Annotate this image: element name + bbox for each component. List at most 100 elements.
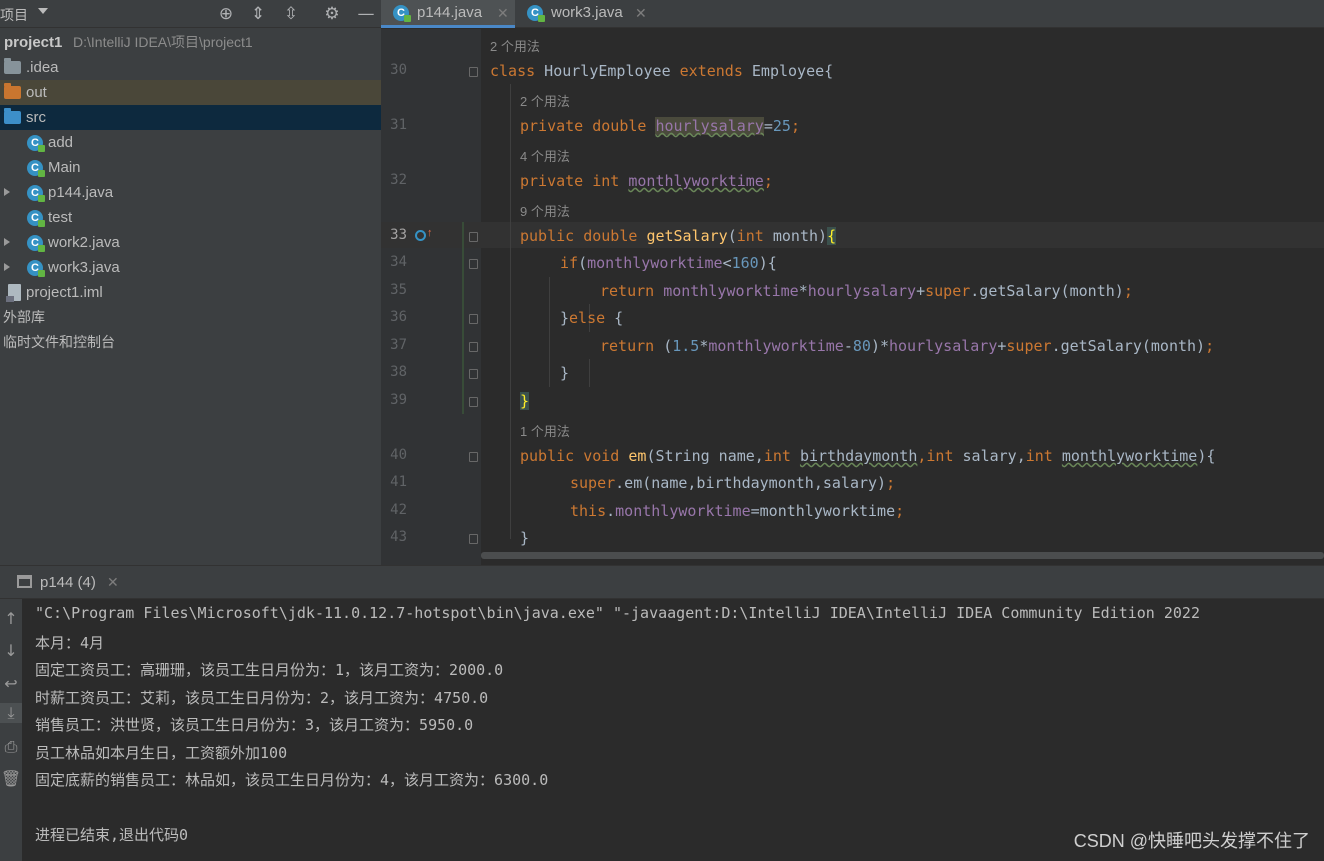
chevron-right-icon[interactable] [4,238,10,246]
fold-marker-icon[interactable] [469,369,478,379]
override-marker-icon[interactable] [415,230,426,241]
chevron-down-icon[interactable] [38,8,48,14]
tree-item-src[interactable]: src [0,105,381,130]
module-file-icon [6,284,21,302]
line-number: 41 [390,474,407,490]
run-console-icon [17,575,32,588]
tree-item-label: Main [48,159,81,176]
source-folder-icon [4,108,21,124]
tree-root-project1[interactable]: project1 D:\IntelliJ IDEA\项目\project1 [0,30,381,55]
tree-item-scratches[interactable]: 临时文件和控制台 [0,330,381,355]
chevron-right-icon[interactable] [4,188,10,196]
minimize-icon[interactable]: — [356,4,376,24]
fold-marker-icon[interactable] [469,342,478,352]
tab-label: work3.java [551,4,623,21]
indent-guide [589,359,590,387]
tree-item-add[interactable]: C add [0,130,381,155]
tree-item-test[interactable]: C test [0,205,381,230]
arrow-down-icon[interactable]: ↓ [0,641,22,660]
close-icon[interactable]: ✕ [497,0,509,26]
collapse-all-icon[interactable]: ⇳ [281,4,301,24]
tree-item-out[interactable]: out [0,80,381,105]
scroll-to-end-icon[interactable]: ⤓ [0,703,22,723]
tree-item-label: 外部库 [3,309,45,325]
fold-marker-icon[interactable] [469,534,478,544]
tab-label: p144.java [417,4,483,21]
gear-icon[interactable]: ⚙ [322,4,342,24]
fold-marker-icon[interactable] [469,259,478,269]
line-number: 37 [390,337,407,353]
crosshair-icon[interactable]: ⊕ [216,4,236,24]
arrow-up-icon[interactable]: ↑ [0,609,22,628]
line-number: 43 [390,529,407,545]
console-line: 员工林品如本月生日，工资额外加100 [35,744,288,762]
folder-icon [4,58,21,74]
java-class-icon: C [27,185,45,202]
usage-hint[interactable]: 9 个用法 [520,201,570,220]
watermark: CSDN @快睡吧头发撑不住了 [1073,831,1310,851]
tab-p144[interactable]: C p144.java ✕ [381,0,515,28]
soft-wrap-icon[interactable]: ↩ [0,674,22,693]
fold-marker-icon[interactable] [469,452,478,462]
horizontal-scrollbar[interactable] [481,552,1324,559]
run-tab-label[interactable]: p144 (4) [40,574,96,591]
code-line-38: } [560,364,570,382]
print-icon[interactable]: ⎙ [0,737,22,757]
code-line-39: } [520,392,530,410]
java-class-icon: C [393,5,411,22]
console-line: 销售员工：洪世贤，该员工生日月份为：3，该月工资为：5950.0 [35,716,474,734]
code-line-34: if(monthlyworktime<160){ [560,254,777,272]
chevron-right-icon[interactable] [4,263,10,271]
close-icon[interactable]: ✕ [635,0,647,26]
java-class-icon: C [27,160,45,177]
usage-hint[interactable]: 1 个用法 [520,421,570,440]
tree-item-label: 临时文件和控制台 [3,334,115,350]
project-view-title[interactable]: 项目 [0,5,28,25]
fold-marker-icon[interactable] [469,67,478,77]
code-line-33: public double getSalary(int month){ [520,227,837,245]
line-number: 32 [390,172,407,188]
tree-item-iml[interactable]: project1.iml [0,280,381,305]
expand-all-icon[interactable]: ⇕ [248,4,268,24]
fold-marker-icon[interactable] [469,232,478,242]
tree-item-p144[interactable]: C p144.java [0,180,381,205]
java-class-icon: C [27,260,45,277]
code-editor[interactable]: 30 31 32 33 34 35 36 37 38 39 40 41 42 4… [381,29,1324,565]
code-line-30: class HourlyEmployee extends Employee{ [490,62,834,80]
tree-item-main[interactable]: C Main [0,155,381,180]
tree-item-label: test [48,209,73,226]
arrow-up-icon[interactable]: ↑ [427,227,433,239]
console-line: 本月：4月 [35,634,105,652]
trash-icon[interactable]: 🗑 [0,769,22,788]
usage-hint[interactable]: 4 个用法 [520,146,570,165]
tree-item-label: p144.java [48,184,114,201]
tree-item-idea[interactable]: .idea [0,55,381,80]
editor-tab-bar: C p144.java ✕ C work3.java ✕ [381,0,1324,28]
line-number: 42 [390,502,407,518]
console-line: 固定底薪的销售员工：林品如，该员工生日月份为：4，该月工资为：6300.0 [35,771,549,789]
java-class-icon: C [27,210,45,227]
line-number: 31 [390,117,407,133]
tree-item-label: .idea [26,59,59,76]
line-number: 30 [390,62,407,78]
tree-item-external-libraries[interactable]: 外部库 [0,305,381,330]
project-toolbar: 项目 ⊕ ⇕ ⇳ ⚙ — [0,0,381,28]
console-line: 时薪工资员工：艾莉，该员工生日月份为：2，该月工资为：4750.0 [35,689,489,707]
usage-hint[interactable]: 2 个用法 [490,36,540,55]
code-line-37: return (1.5*monthlyworktime-80)*hourlysa… [600,337,1215,355]
indent-guide [549,277,550,387]
code-line-36: }else { [560,309,624,327]
excluded-folder-icon [4,83,21,99]
usage-hint[interactable]: 2 个用法 [520,91,570,110]
run-side-toolbar: ↑ ↓ ↩ ⤓ ⎙ 🗑 [0,599,22,861]
run-tool-window-header: p144 (4) ✕ [0,565,1324,599]
tree-item-work2[interactable]: C work2.java [0,230,381,255]
tree-item-work3[interactable]: C work3.java [0,255,381,280]
fold-marker-icon[interactable] [469,314,478,324]
tree-item-label: src [26,109,46,126]
fold-marker-icon[interactable] [469,397,478,407]
console-output[interactable]: "C:\Program Files\Microsoft\jdk-11.0.12.… [22,599,1324,861]
project-tree: project1 D:\IntelliJ IDEA\项目\project1 .i… [0,28,381,565]
close-icon[interactable]: ✕ [107,574,119,591]
tab-work3[interactable]: C work3.java ✕ [515,0,655,28]
